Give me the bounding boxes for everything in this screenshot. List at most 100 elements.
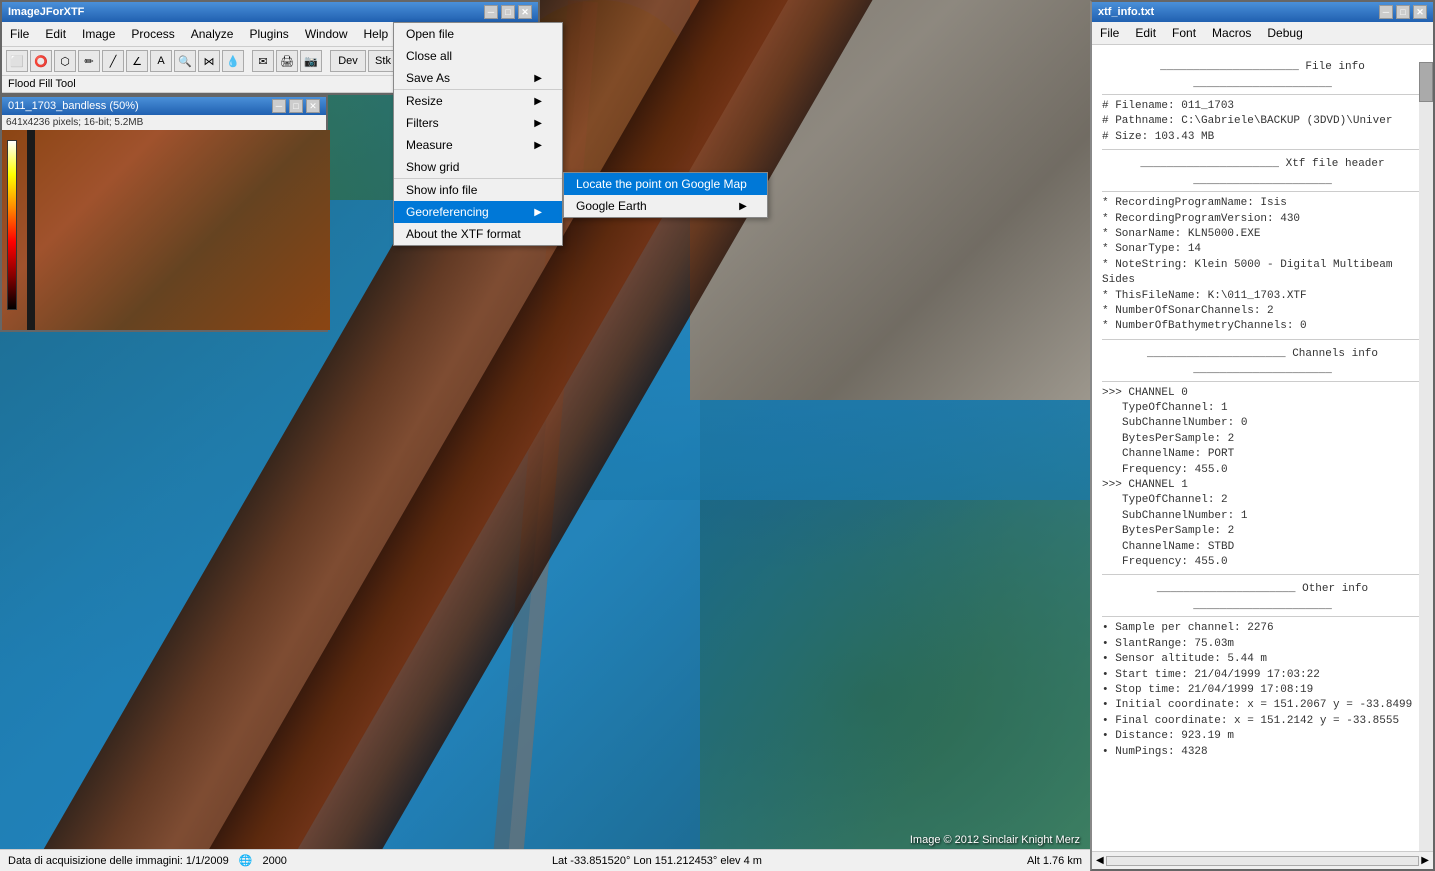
channel-1-type: TypeOfChannel: 2 [1102, 493, 1423, 508]
xtf-info-titlebar: xtf_info.txt ─ □ ✕ [1092, 2, 1433, 22]
google-earth-arrow: ▶ [739, 201, 747, 212]
tool-text[interactable]: A [150, 50, 172, 72]
geo-arrow: ▶ [534, 207, 542, 218]
small-image-window: 011_1703_bandless (50%) ─ □ ✕ 641x4236 p… [0, 95, 328, 332]
menu-item-about-xtf[interactable]: About the XTF format [394, 223, 562, 245]
measure-arrow: ▶ [534, 140, 542, 151]
small-image-canvas [2, 130, 330, 330]
globe-icon: 🌐 [239, 854, 253, 867]
window-controls[interactable]: ─ □ ✕ [484, 5, 532, 19]
xtf-bottom-bar: ◀ ▶ [1092, 851, 1433, 869]
xtf-scrollbar-thumb[interactable] [1419, 62, 1433, 102]
small-close-btn[interactable]: ✕ [306, 99, 320, 113]
menu-item-show-grid[interactable]: Show grid [394, 156, 562, 178]
channel-1-subchannel: SubChannelNumber: 1 [1102, 509, 1423, 524]
map-copyright: Image © 2012 Sinclair Knight Merz [910, 834, 1080, 846]
xtf-menu-panel: Open file Close all Save As ▶ Resize ▶ F… [393, 22, 563, 246]
xtf-maximize-btn[interactable]: □ [1396, 5, 1410, 19]
coordinates: Lat -33.851520° Lon 151.212453° elev 4 m [297, 855, 1017, 867]
xtf-this-filename: * ThisFileName: K:\011_1703.XTF [1102, 289, 1423, 304]
menu-edit[interactable]: Edit [37, 25, 74, 43]
xtf-sonar-channels: * NumberOfSonarChannels: 2 [1102, 304, 1423, 319]
xtf-window-controls[interactable]: ─ □ ✕ [1379, 5, 1427, 19]
xtf-bathymetry-channels: * NumberOfBathymetryChannels: 0 [1102, 319, 1423, 334]
menu-image[interactable]: Image [74, 25, 123, 43]
tool-angle[interactable]: ∠ [126, 50, 148, 72]
final-coord: • Final coordinate: x = 151.2142 y = -33… [1102, 714, 1423, 729]
channel-1-header: >>> CHANNEL 1 [1102, 478, 1423, 493]
menu-process[interactable]: Process [123, 25, 182, 43]
image-info-text: 641x4236 pixels; 16-bit; 5.2MB [6, 117, 143, 128]
xtf-menu-file[interactable]: File [1092, 24, 1127, 42]
xtf-scroll-right[interactable]: ▶ [1421, 855, 1429, 866]
menu-help[interactable]: Help [356, 25, 397, 43]
menu-item-georeferencing[interactable]: Georeferencing ▶ [394, 201, 562, 223]
menu-item-save-as[interactable]: Save As ▶ [394, 67, 562, 89]
submenu-google-earth[interactable]: Google Earth ▶ [564, 195, 767, 217]
xtf-recording-version: * RecordingProgramVersion: 430 [1102, 212, 1423, 227]
map-status-bar: Data di acquisizione delle immagini: 1/1… [0, 849, 1090, 871]
start-time: • Start time: 21/04/1999 17:03:22 [1102, 668, 1423, 683]
submenu-locate-google-map[interactable]: Locate the point on Google Map [564, 173, 767, 195]
tool-freehand[interactable]: ✏ [78, 50, 100, 72]
xtf-scroll-left[interactable]: ◀ [1096, 855, 1104, 866]
xtf-pathname: # Pathname: C:\Gabriele\BACKUP (3DVD)\Un… [1102, 114, 1423, 129]
tool-camera[interactable]: 📷 [300, 50, 322, 72]
tool-oval[interactable]: ⭕ [30, 50, 52, 72]
xtf-minimize-btn[interactable]: ─ [1379, 5, 1393, 19]
channels-info-section: _____________________ Channels info ____… [1102, 346, 1423, 382]
tool-email[interactable]: ✉ [252, 50, 274, 72]
tool-magnify[interactable]: 🔍 [174, 50, 196, 72]
file-info-section: _____________________ File info ________… [1102, 59, 1423, 95]
menu-item-resize[interactable]: Resize ▶ [394, 89, 562, 112]
xtf-close-btn[interactable]: ✕ [1413, 5, 1427, 19]
xtf-menu-debug[interactable]: Debug [1259, 24, 1310, 42]
small-window-controls[interactable]: ─ □ ✕ [272, 99, 320, 113]
xtf-size: # Size: 103.43 MB [1102, 130, 1423, 145]
xtf-menu-font[interactable]: Font [1164, 24, 1204, 42]
tool-print[interactable]: 🖨 [276, 50, 298, 72]
small-maximize-btn[interactable]: □ [289, 99, 303, 113]
minimize-button[interactable]: ─ [484, 5, 498, 19]
channel-0-freq: Frequency: 455.0 [1102, 463, 1423, 478]
num-pings: • NumPings: 4328 [1102, 745, 1423, 760]
menu-item-filters[interactable]: Filters ▶ [394, 112, 562, 134]
menu-item-open-file[interactable]: Open file [394, 23, 562, 45]
channel-0-name: ChannelName: PORT [1102, 447, 1423, 462]
acquisition-date: Data di acquisizione delle immagini: 1/1… [8, 855, 229, 867]
other-info-section: _____________________ Other info _______… [1102, 581, 1423, 617]
image-stripe [27, 130, 35, 330]
xtf-menu-edit[interactable]: Edit [1127, 24, 1164, 42]
channel-0-subchannel: SubChannelNumber: 0 [1102, 416, 1423, 431]
sample-per-channel: • Sample per channel: 2276 [1102, 621, 1423, 636]
menu-file[interactable]: File [2, 25, 37, 43]
channel-1-bytes: BytesPerSample: 2 [1102, 524, 1423, 539]
xtf-filename: # Filename: 011_1703 [1102, 99, 1423, 114]
maximize-button[interactable]: □ [501, 5, 515, 19]
xtf-info-menubar: File Edit Font Macros Debug [1092, 22, 1433, 45]
menu-item-show-info[interactable]: Show info file [394, 178, 562, 201]
tool-poly[interactable]: ⬡ [54, 50, 76, 72]
menu-item-measure[interactable]: Measure ▶ [394, 134, 562, 156]
georeferencing-submenu: Locate the point on Google Map Google Ea… [563, 172, 768, 218]
xtf-info-title: xtf_info.txt [1098, 6, 1154, 18]
flood-fill-label: Flood Fill Tool [8, 78, 76, 90]
small-minimize-btn[interactable]: ─ [272, 99, 286, 113]
menu-plugins[interactable]: Plugins [241, 25, 296, 43]
slant-range: • SlantRange: 75.03m [1102, 637, 1423, 652]
menu-analyze[interactable]: Analyze [183, 25, 242, 43]
stop-time: • Stop time: 21/04/1999 17:08:19 [1102, 683, 1423, 698]
tool-wand[interactable]: ⋈ [198, 50, 220, 72]
tool-line[interactable]: ╱ [102, 50, 124, 72]
tool-eyedrop[interactable]: 💧 [222, 50, 244, 72]
sensor-altitude: • Sensor altitude: 5.44 m [1102, 652, 1423, 667]
close-button[interactable]: ✕ [518, 5, 532, 19]
xtf-scrollbar[interactable] [1419, 62, 1433, 869]
menu-item-close-all[interactable]: Close all [394, 45, 562, 67]
menu-window[interactable]: Window [297, 25, 356, 43]
resize-arrow: ▶ [534, 96, 542, 107]
tool-rect[interactable]: ⬜ [6, 50, 28, 72]
xtf-info-content: _____________________ File info ________… [1092, 45, 1433, 852]
xtf-menu-macros[interactable]: Macros [1204, 24, 1259, 42]
tool-dev[interactable]: Dev [330, 50, 366, 72]
